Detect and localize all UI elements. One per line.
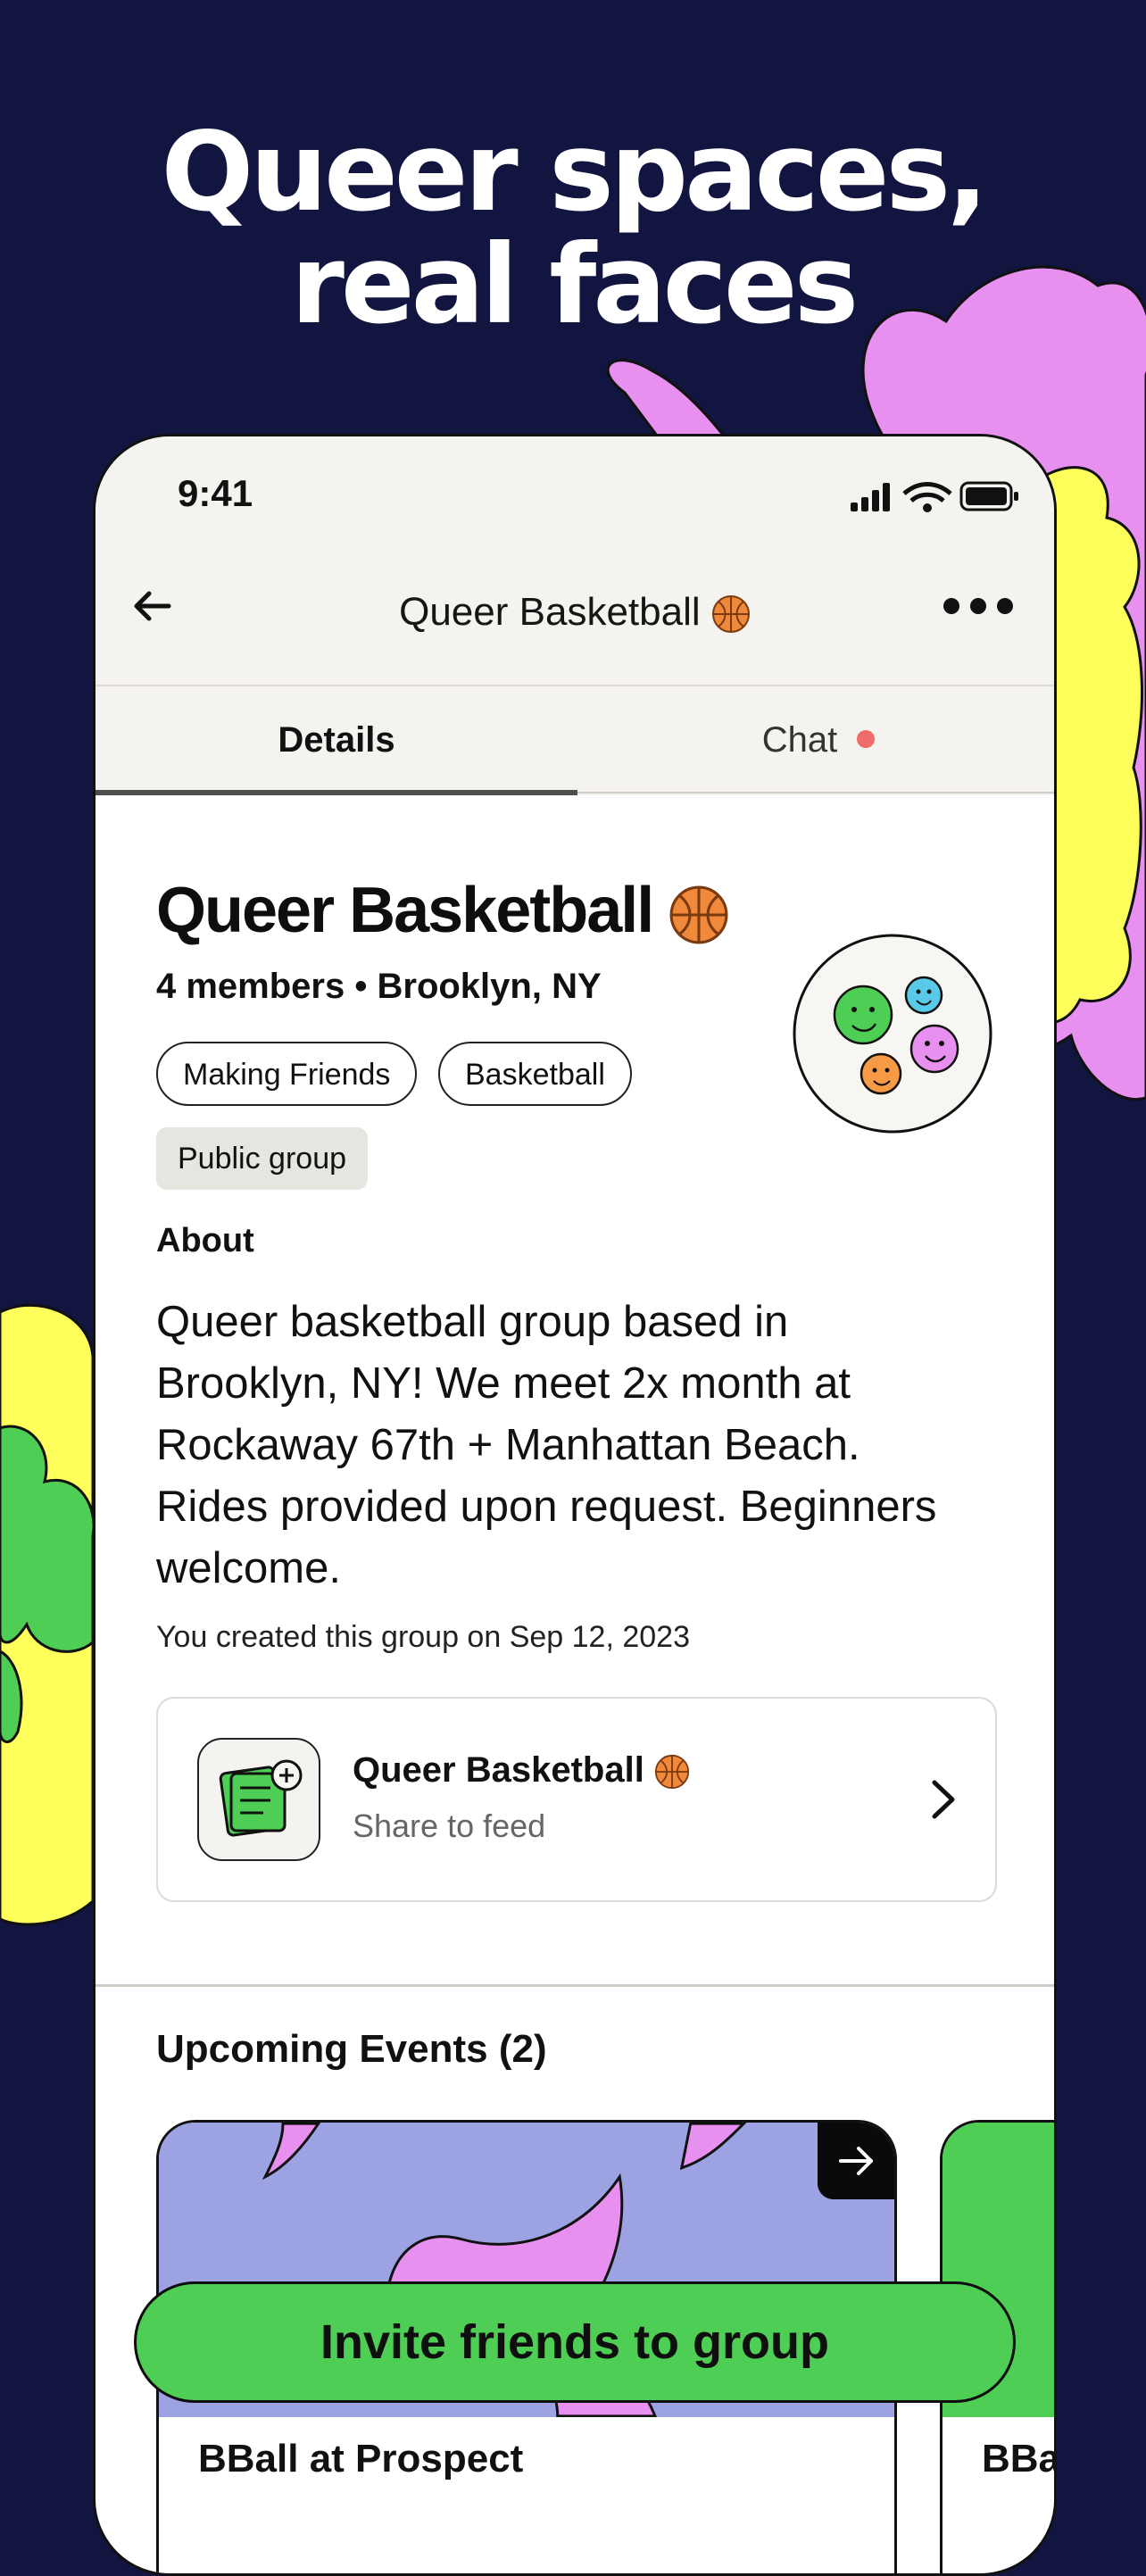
active-tab-indicator	[96, 790, 577, 795]
cellular-signal-icon	[851, 483, 890, 511]
tab-details[interactable]: Details	[96, 704, 577, 776]
hero-headline-line-1: Queer spaces,	[161, 109, 989, 236]
event-title: BBa	[982, 2437, 1057, 2480]
wifi-icon	[902, 482, 952, 512]
meta-separator: •	[354, 967, 378, 1006]
tabs-top-divider	[96, 685, 1054, 686]
phone-frame: 9:41 Queer Basketball Details Chat Queer…	[93, 434, 1057, 2576]
share-card-title-text: Queer Basketball	[353, 1750, 644, 1790]
group-location: Brooklyn, NY	[377, 967, 602, 1006]
nav-title: Queer Basketball	[96, 590, 1054, 635]
basketball-icon	[711, 595, 750, 634]
tag-chip-basketball[interactable]: Basketball	[438, 1042, 632, 1106]
tabs-bottom-divider	[577, 792, 1054, 794]
share-feed-icon	[197, 1738, 320, 1861]
about-text: Queer basketball group based in Brooklyn…	[156, 1298, 937, 1592]
tab-details-label: Details	[278, 720, 395, 760]
group-title: Queer Basketball	[156, 874, 729, 947]
created-date: You created this group on Sep 12, 2023	[156, 1620, 690, 1654]
invite-friends-button[interactable]: Invite friends to group	[134, 2281, 1016, 2403]
pink-face-icon	[909, 1024, 959, 1074]
more-horizontal-icon[interactable]	[938, 586, 1018, 626]
share-to-feed-card[interactable]: Queer Basketball Share to feed	[156, 1697, 997, 1902]
section-divider	[96, 1984, 1054, 1987]
note-add-icon	[219, 1759, 303, 1837]
event-title: BBall at Prospect	[198, 2437, 524, 2480]
orange-face-icon	[860, 1052, 902, 1095]
basketball-icon	[654, 1755, 690, 1790]
hero-headline-line-2: real faces	[290, 221, 860, 348]
battery-icon	[959, 481, 1018, 511]
status-bar-time: 9:41	[178, 472, 253, 514]
green-face-icon	[833, 985, 893, 1045]
group-name: Queer Basketball	[156, 875, 654, 946]
blue-face-icon	[904, 976, 943, 1015]
nav-title-text: Queer Basketball	[399, 590, 701, 634]
tab-chat-label: Chat	[761, 720, 838, 760]
tab-chat[interactable]: Chat	[577, 704, 1054, 776]
visibility-badge: Public group	[156, 1127, 369, 1190]
member-count: 4 members	[156, 967, 345, 1006]
group-avatar	[793, 934, 992, 1134]
chevron-right-icon	[932, 1780, 955, 1819]
basketball-icon	[669, 885, 728, 944]
group-meta: 4 members • Brooklyn, NY	[156, 967, 602, 1007]
arrow-right-icon[interactable]	[818, 2123, 894, 2199]
share-card-title: Queer Basketball	[353, 1750, 690, 1791]
share-card-subtitle: Share to feed	[353, 1807, 546, 1844]
tag-chip-making-friends[interactable]: Making Friends	[156, 1042, 418, 1106]
hero-headline: Queer spaces, real faces	[0, 116, 1146, 341]
upcoming-events-heading: Upcoming Events (2)	[156, 2027, 547, 2071]
about-heading: About	[156, 1222, 254, 1259]
unread-dot	[857, 730, 876, 748]
status-bar-icons	[851, 481, 1018, 512]
